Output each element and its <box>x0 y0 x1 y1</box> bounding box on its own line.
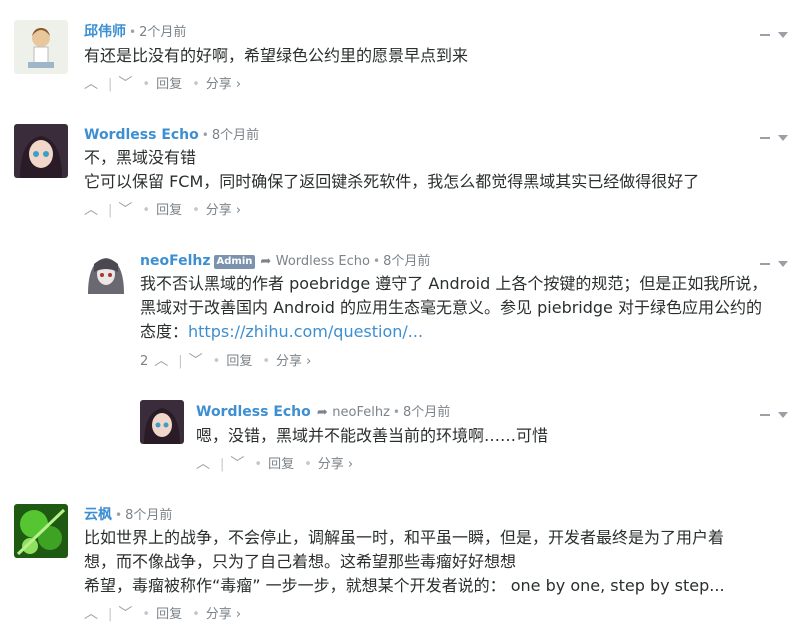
avatar[interactable] <box>14 124 68 178</box>
collapse-icon[interactable] <box>760 262 770 265</box>
comment-menu <box>760 130 788 144</box>
reply-button[interactable]: 回复 <box>156 77 182 92</box>
chevron-down-icon[interactable]: ﹀ <box>189 353 203 369</box>
comment-menu <box>760 256 788 270</box>
author-name[interactable]: Wordless Echo <box>196 404 311 420</box>
chevron-up-icon[interactable]: ︿ <box>154 353 168 369</box>
share-button[interactable]: 分享 › <box>206 77 241 92</box>
comment-line: 我不否认黑域的作者 poebridge 遵守了 Android 上各个按键的规范… <box>140 274 768 293</box>
comment-line: 它可以保留 FCM，同时确保了返回键杀死软件，我怎么都觉得黑域其实已经做得很好了 <box>84 172 700 191</box>
reply-button[interactable]: 回复 <box>268 457 294 472</box>
reply-button[interactable]: 回复 <box>156 607 182 622</box>
reply-button[interactable]: 回复 <box>226 354 252 369</box>
dropdown-icon[interactable] <box>778 134 788 141</box>
comment-line: 不，黑域没有错 <box>84 148 197 167</box>
reply-target[interactable]: Wordless Echo <box>276 254 370 269</box>
share-button[interactable]: 分享 › <box>318 457 353 472</box>
chevron-down-icon[interactable]: ﹀ <box>118 76 132 92</box>
author-name[interactable]: Wordless Echo <box>84 127 199 143</box>
chevron-up-icon[interactable]: ︿ <box>84 202 98 218</box>
author-name[interactable]: 邱伟师 <box>84 24 126 40</box>
author-name[interactable]: 云枫 <box>84 507 112 523</box>
avatar[interactable] <box>14 504 68 558</box>
timestamp[interactable]: 8个月前 <box>212 128 259 143</box>
comment-header: 云枫 • 8个月前 <box>84 507 173 523</box>
comment-line: 嗯，没错，黑域并不能改善当前的环境啊……可惜 <box>196 426 549 445</box>
comment-body: 比如世界上的战争，不会停止，调解虽一时，和平虽一瞬，但是，开发者最终是为了用户着… <box>84 526 794 598</box>
comment-header: Wordless Echo ➦ neoFelhz • 8个月前 <box>196 404 451 420</box>
comment-line: 黑域对于改善国内 Android 的应用生态毫无意义。参见 piebridge … <box>140 298 762 317</box>
dropdown-icon[interactable] <box>778 260 788 267</box>
chevron-up-icon[interactable]: ︿ <box>84 606 98 622</box>
admin-badge: Admin <box>213 255 256 269</box>
timestamp[interactable]: 2个月前 <box>139 25 186 40</box>
collapse-icon[interactable] <box>760 413 770 416</box>
comment-line: 比如世界上的战争，不会停止，调解虽一时，和平虽一瞬，但是，开发者最终是为了用户着 <box>84 528 725 547</box>
comment-link[interactable]: https://zhihu.com/question/... <box>188 322 423 341</box>
timestamp[interactable]: 8个月前 <box>383 254 430 269</box>
share-button[interactable]: 分享 › <box>206 203 241 218</box>
collapse-icon[interactable] <box>760 33 770 36</box>
comment-header: Wordless Echo • 8个月前 <box>84 127 260 143</box>
share-button[interactable]: 分享 › <box>206 607 241 622</box>
comment-body: 我不否认黑域的作者 poebridge 遵守了 Android 上各个按键的规范… <box>140 272 800 344</box>
chevron-down-icon[interactable]: ﹀ <box>118 606 132 622</box>
comment-body: 有还是比没有的好啊，希望绿色公约里的愿景早点到来 <box>84 44 468 68</box>
comment-menu <box>760 407 788 421</box>
reply-arrow-icon: ➦ <box>312 405 328 420</box>
vote-count: 2 <box>140 354 149 369</box>
avatar[interactable] <box>84 250 128 294</box>
chevron-down-icon[interactable]: ﹀ <box>118 202 132 218</box>
comment-header: 邱伟师 • 2个月前 <box>84 24 187 40</box>
share-button[interactable]: 分享 › <box>276 354 311 369</box>
comment-menu <box>760 27 788 41</box>
dropdown-icon[interactable] <box>778 411 788 418</box>
comment-body: 不，黑域没有错 它可以保留 FCM，同时确保了返回键杀死软件，我怎么都觉得黑域其… <box>84 146 699 194</box>
avatar[interactable] <box>140 400 184 444</box>
reply-target[interactable]: neoFelhz <box>332 405 390 420</box>
comment-line: 希望，毒瘤被称作“毒瘤” 一步一步，就想某个开发者说的： one by one,… <box>84 576 725 595</box>
collapse-icon[interactable] <box>760 136 770 139</box>
chevron-up-icon[interactable]: ︿ <box>84 76 98 92</box>
comment-actions: ︿ | ﹀ • 回复 • 分享 › <box>84 606 242 622</box>
comment-actions: ︿ | ﹀ • 回复 • 分享 › <box>84 76 242 92</box>
dropdown-icon[interactable] <box>778 31 788 38</box>
comment-actions: ︿ | ﹀ • 回复 • 分享 › <box>196 456 354 472</box>
comment-actions: ︿ | ﹀ • 回复 • 分享 › <box>84 202 242 218</box>
author-name[interactable]: neoFelhz <box>140 253 211 269</box>
timestamp[interactable]: 8个月前 <box>125 508 172 523</box>
comment-text: 态度： <box>140 322 189 341</box>
chevron-up-icon[interactable]: ︿ <box>196 456 210 472</box>
reply-arrow-icon: ➦ <box>260 254 272 269</box>
comment-line: 有还是比没有的好啊，希望绿色公约里的愿景早点到来 <box>84 46 469 65</box>
avatar[interactable] <box>14 20 68 74</box>
chevron-down-icon[interactable]: ﹀ <box>230 456 244 472</box>
comment-header: neoFelhz Admin ➦ Wordless Echo • 8个月前 <box>140 253 431 269</box>
comment-actions: 2 ︿ | ﹀ • 回复 • 分享 › <box>140 353 312 369</box>
comment-line: 想，而不像战争，只为了自己着想。这希望那些毒瘤好好想想 <box>84 552 517 571</box>
timestamp[interactable]: 8个月前 <box>403 405 450 420</box>
comment-body: 嗯，没错，黑域并不能改善当前的环境啊……可惜 <box>196 424 548 448</box>
comment-line: 态度：https://zhihu.com/question/... <box>140 320 800 344</box>
reply-button[interactable]: 回复 <box>156 203 182 218</box>
